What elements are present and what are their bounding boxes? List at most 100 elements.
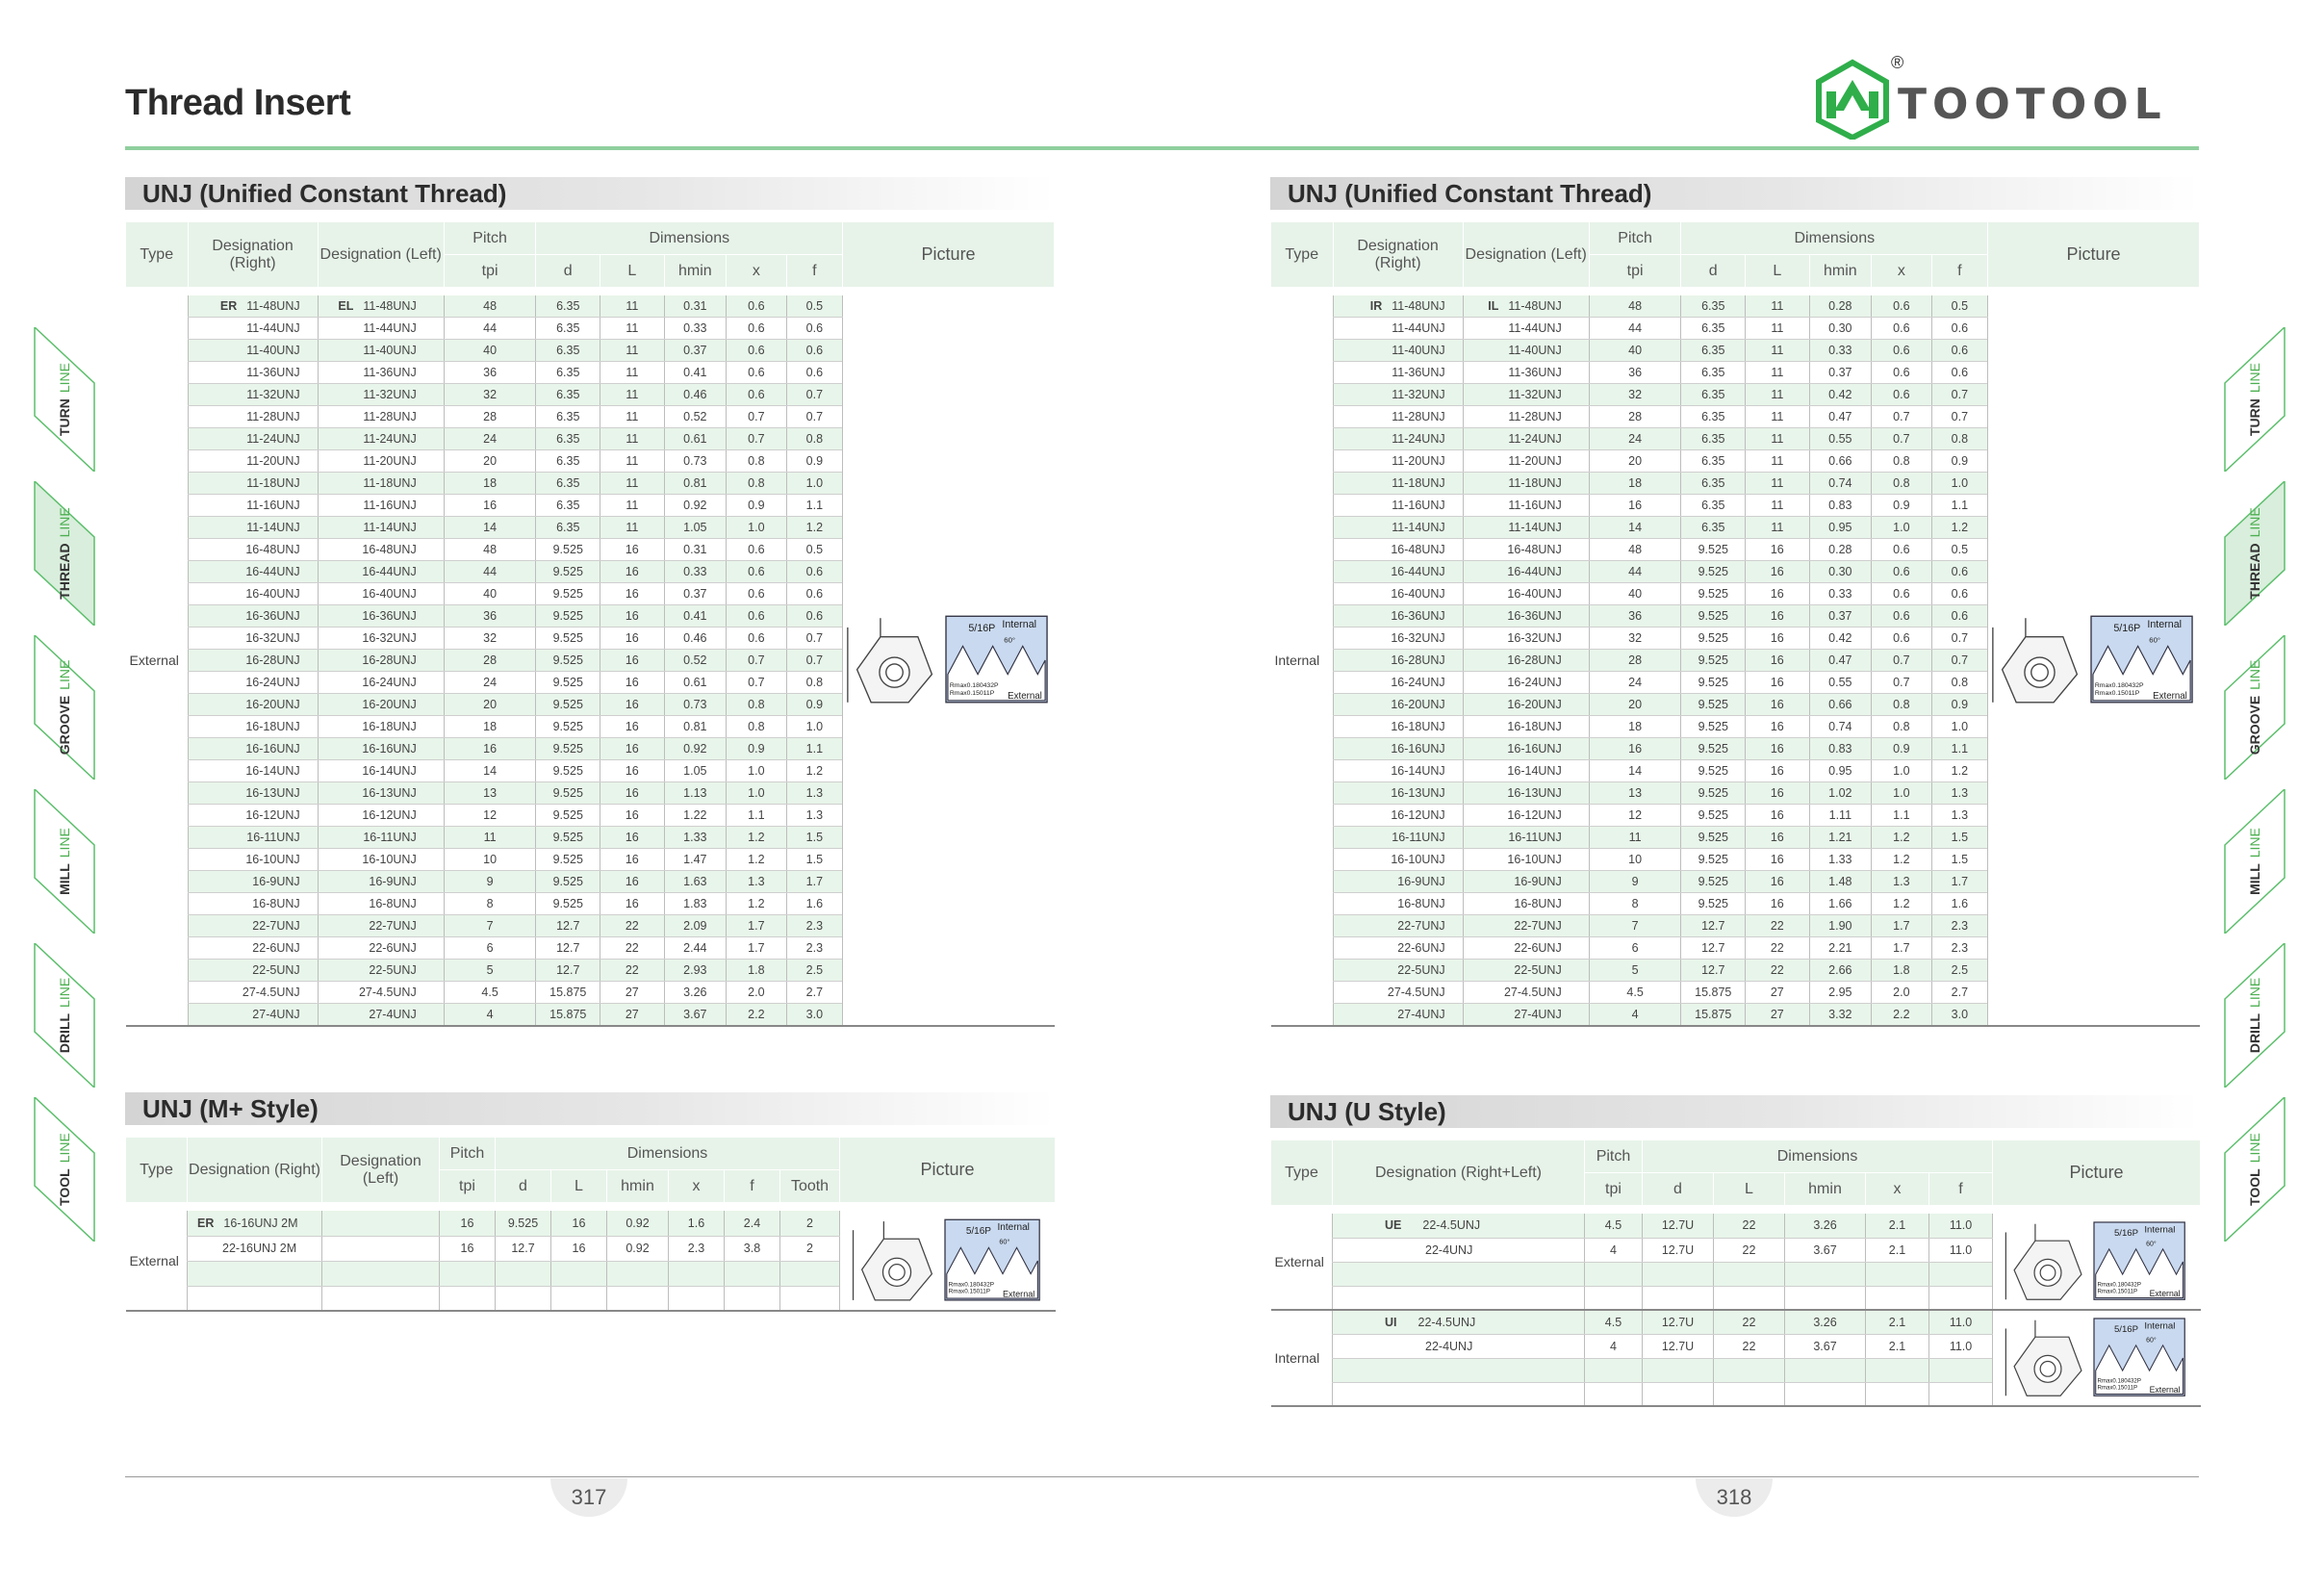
hmin-cell: 1.47 [663, 848, 727, 871]
registered-mark: ® [1891, 53, 1904, 72]
tpi-cell: 18 [1588, 472, 1681, 495]
svg-text:Internal: Internal [2147, 619, 2182, 630]
tpi-cell: 44 [443, 317, 536, 340]
f-cell: 3.8 [724, 1236, 780, 1262]
side-tab-turn[interactable]: TURN LINE [29, 327, 96, 472]
side-tab-mill[interactable]: MILL LINE [2223, 789, 2290, 934]
picture-header: Picture [842, 221, 1055, 288]
svg-text:5/16P: 5/16P [966, 1225, 991, 1236]
L-cell: 27 [1745, 1003, 1810, 1027]
hmin-cell: 0.37 [1808, 604, 1872, 628]
designation-left-cell: 11-20UNJ [1462, 449, 1590, 473]
side-tab-thread[interactable]: THREAD LINE [2223, 481, 2290, 626]
hmin-cell: 0.83 [1808, 494, 1872, 517]
tab-sub-text: LINE [57, 828, 72, 858]
tpi-cell [1584, 1358, 1643, 1383]
tag-label: UE [1385, 1218, 1402, 1233]
svg-text:Internal: Internal [998, 1222, 1030, 1233]
hmin-cell: 0.66 [1808, 693, 1872, 716]
designation-right-cell: 11-18UNJ [187, 472, 319, 495]
tpi-cell: 16 [1588, 494, 1681, 517]
f-cell: 0.6 [785, 582, 843, 605]
designation-left-cell: 16-18UNJ [1462, 715, 1590, 738]
L-cell: 16 [1745, 892, 1810, 915]
tpi-cell: 20 [1588, 449, 1681, 473]
tpi-cell: 16 [1588, 737, 1681, 760]
designation-right-cell: 16-9UNJ [1332, 870, 1464, 893]
x-cell: 0.6 [726, 560, 787, 583]
side-tab-tool[interactable]: TOOL LINE [2223, 1097, 2290, 1242]
insert-picture-icon: 5/16P Internal 60° Rmax0.180432P Rmax0.1… [847, 615, 1048, 704]
tab-main-text: TOOL [2247, 1168, 2262, 1206]
svg-text:External: External [1008, 691, 1042, 702]
svg-text:External: External [2150, 1385, 2181, 1395]
f-cell: 0.5 [1930, 295, 1988, 318]
designation-right-cell: 16-18UNJ [187, 715, 319, 738]
f-cell: 2.4 [724, 1211, 780, 1237]
L-cell: 11 [1745, 295, 1810, 318]
f-cell: 0.6 [1930, 560, 1988, 583]
designation-left-cell: 11-20UNJ [317, 449, 445, 473]
x-cell: 1.7 [726, 936, 787, 960]
svg-text:60°: 60° [2146, 1336, 2157, 1344]
x-cell: 2.3 [668, 1236, 725, 1262]
tpi-cell: 48 [1588, 538, 1681, 561]
designation-left-cell: 16-28UNJ [1462, 649, 1590, 672]
x-cell: 0.8 [1871, 449, 1932, 473]
insert-picture-icon: 5/16P Internal 60° Rmax0.180432P Rmax0.1… [1992, 615, 2193, 704]
L-cell: 11 [600, 361, 665, 384]
designation-right-cell: 22-5UNJ [187, 959, 319, 982]
hmin-cell: 0.95 [1808, 759, 1872, 782]
d-cell: 12.7 [535, 959, 600, 982]
picture-cell: 5/16P Internal 60° Rmax0.180432P Rmax0.1… [1992, 1310, 2201, 1407]
designation-left-cell: 22-7UNJ [317, 914, 445, 937]
tab-main-text: DRILL [2247, 1012, 2262, 1054]
d-cell: 9.525 [1680, 826, 1746, 849]
side-tab-tool[interactable]: TOOL LINE [29, 1097, 96, 1242]
d-header: d [1680, 254, 1747, 288]
x-cell: 0.8 [1871, 472, 1932, 495]
mplus-table: Type Designation (Right) Designation (Left… [125, 1137, 1057, 1312]
hmin-cell: 1.02 [1808, 781, 1872, 805]
hmin-cell: 0.55 [1808, 671, 1872, 694]
dimensions-header: Dimensions [1680, 221, 1989, 255]
tab-main-text: GROOVE [57, 695, 72, 756]
tpi-cell: 36 [443, 604, 536, 628]
hmin-cell: 0.81 [663, 715, 727, 738]
L-cell: 16 [1745, 627, 1810, 650]
designation-right-cell: 16-24UNJ [187, 671, 319, 694]
section-title: UNJ (Unified Constant Thread) [125, 177, 1055, 210]
f-cell: 1.3 [1930, 804, 1988, 827]
hmin-cell: 0.33 [1808, 339, 1872, 362]
side-tab-drill[interactable]: DRILL LINE [29, 943, 96, 1088]
d-cell: 9.525 [535, 804, 600, 827]
designation-right-cell: 16-36UNJ [1332, 604, 1464, 628]
d-cell: 9.525 [535, 870, 600, 893]
designation-right-cell: 11-20UNJ [187, 449, 319, 473]
designation-right-cell: 11-28UNJ [1332, 405, 1464, 428]
L-cell: 16 [600, 604, 665, 628]
x-cell [1865, 1358, 1929, 1383]
L-cell: 11 [1745, 449, 1810, 473]
side-tab-groove[interactable]: GROOVE LINE [29, 635, 96, 780]
tab-main-text: TOOL [57, 1168, 72, 1206]
designation-right-cell: 22-7UNJ [187, 914, 319, 937]
hmin-cell: 0.46 [663, 627, 727, 650]
side-tab-mill[interactable]: MILL LINE [29, 789, 96, 934]
tooth-cell: 2 [779, 1211, 840, 1237]
insert-picture-icon: 5/16P Internal 60° Rmax0.180432P Rmax0.1… [2005, 1220, 2185, 1300]
designation-left-cell: 16-44UNJ [1462, 560, 1590, 583]
d-cell: 9.525 [1680, 693, 1746, 716]
x-cell: 0.7 [726, 649, 787, 672]
designation-right-cell: ER 16-16UNJ 2M [187, 1211, 322, 1237]
side-tab-thread[interactable]: THREAD LINE [29, 481, 96, 626]
f-cell: 11.0 [1928, 1238, 1993, 1263]
side-tab-groove[interactable]: GROOVE LINE [2223, 635, 2290, 780]
d-header: d [495, 1169, 551, 1203]
designation-left-cell: 16-8UNJ [1462, 892, 1590, 915]
tpi-cell: 36 [443, 361, 536, 384]
mplus-section: UNJ (M+ Style) Type Designation (Right) De… [125, 1092, 1057, 1312]
side-tab-drill[interactable]: DRILL LINE [2223, 943, 2290, 1088]
tpi-cell: 10 [443, 848, 536, 871]
side-tab-turn[interactable]: TURN LINE [2223, 327, 2290, 472]
